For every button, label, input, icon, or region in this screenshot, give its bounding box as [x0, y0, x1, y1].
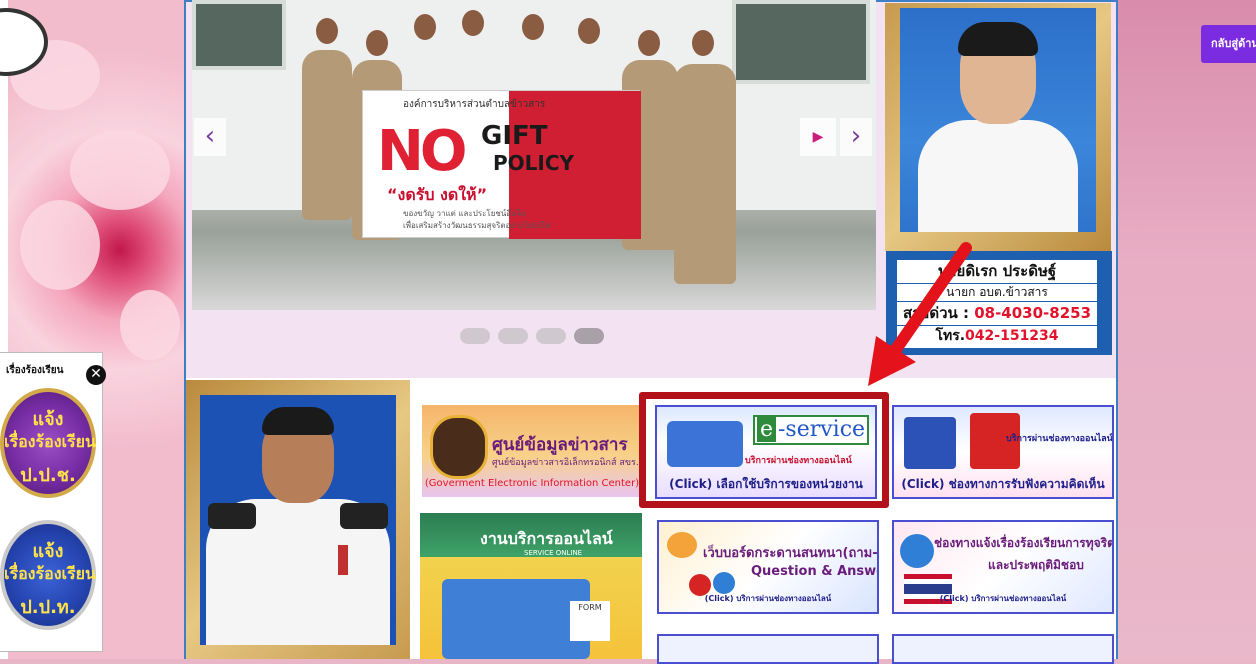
hotline-number: 08-4030-8253: [974, 304, 1092, 322]
eservice-logo-e: e: [756, 417, 776, 442]
qa-title: เว็บบอร์ดกระดานสนทนา(ถาม-ตอบ): [703, 546, 878, 561]
report-pactt-button[interactable]: แจ้ง เรื่องร้องเรียน ป.ป.ท.: [0, 520, 96, 630]
badge-line: เรื่องร้องเรียน: [4, 432, 96, 451]
play-icon: ▶: [812, 129, 824, 145]
red-arrow-annotation: [868, 242, 972, 386]
feedback-subtitle: บริการผ่านช่องทางออนไลน์: [1006, 434, 1113, 444]
eservice-logo: e -service: [753, 415, 869, 445]
banner-gift: GIFT: [481, 121, 548, 151]
badge-line: เรื่องร้องเรียน: [4, 564, 96, 583]
no-gift-policy-banner: องค์การบริหารส่วนตำบลข้าวสาร NO GIFT POL…: [362, 90, 641, 239]
leader-photo: [200, 395, 396, 645]
government-emblem-icon: [430, 415, 488, 479]
qa-footer: (Click) บริการผ่านช่องทางออนไลน์: [704, 594, 832, 603]
eservice-tile[interactable]: e -service บริการผ่านช่องทางออนไลน์ (Clic…: [655, 405, 877, 499]
mailbox-blue-icon: [904, 417, 956, 469]
back-to-top-button[interactable]: กลับสู่ด้านบน: [1201, 25, 1256, 63]
info-center-subtitle: ศูนย์ข้อมูลข่าวสารอิเล็กทรอนิกส์ สขร.: [492, 458, 639, 468]
eservice-footer: (Click) เลือกใช้บริการของหน่วยงาน: [669, 477, 863, 491]
feedback-tile[interactable]: บริการผ่านช่องทางออนไลน์ (Click) ช่องทาง…: [892, 405, 1114, 499]
slider-dot[interactable]: [460, 328, 490, 344]
feedback-footer: (Click) ช่องทางการรับฟังความคิดเห็น: [901, 477, 1105, 491]
slider-next-button[interactable]: ›: [840, 118, 872, 156]
report-pacc-button[interactable]: แจ้ง เรื่องร้องเรียน ป.ป.ช.: [0, 388, 96, 498]
megaphone-icon: [900, 534, 934, 568]
badge-line: ป.ป.ท.: [20, 597, 76, 618]
devices-icon: [667, 421, 743, 467]
banner-org-name: องค์การบริหารส่วนตำบลข้าวสาร: [403, 99, 546, 110]
chat-bubble-icon: [667, 532, 697, 558]
form-icon: FORM: [570, 601, 610, 641]
banner-subtext: เพื่อเสริมสร้างวัฒนธรรมสุจริตอย่างโปร่งใ…: [403, 221, 550, 230]
corruption-footer: (Click) บริการผ่านช่องทางออนไลน์: [939, 594, 1067, 603]
corruption-report-tile[interactable]: ช่องทางแจ้งเรื่องร้องเรียนการทุจริต และป…: [892, 520, 1114, 614]
close-icon[interactable]: ✕: [86, 365, 106, 385]
slider-play-button[interactable]: ▶: [800, 118, 836, 156]
qa-webboard-tile[interactable]: เว็บบอร์ดกระดานสนทนา(ถาม-ตอบ) Question &…: [657, 520, 879, 614]
corruption-title-2: และประพฤติมิชอบ: [988, 558, 1084, 572]
slider-dot[interactable]: [536, 328, 566, 344]
mayor-photo: [900, 8, 1096, 232]
chevron-left-icon: ‹: [204, 121, 216, 151]
info-center-title: ศูนย์ข้อมูลข่าวสาร: [492, 435, 628, 455]
banner-no: NO: [377, 119, 468, 184]
slider-dot[interactable]: [498, 328, 528, 344]
computer-screen-icon: [442, 579, 590, 659]
slider-prev-button[interactable]: ‹: [194, 118, 226, 156]
badge-line: แจ้ง: [32, 541, 64, 562]
social-media-tile[interactable]: [657, 634, 879, 664]
info-center-tile[interactable]: ศูนย์ข้อมูลข่าวสาร ศูนย์ข้อมูลข่าวสารอิเ…: [422, 405, 642, 497]
badge-line: ป.ป.ช.: [20, 465, 76, 486]
slider-dot-active[interactable]: [574, 328, 604, 344]
banner-policy: POLICY: [493, 151, 575, 175]
qa-title-en: Question & Answer: [751, 564, 879, 579]
eservice-subtitle: บริการผ่านช่องทางออนไลน์: [745, 456, 852, 466]
complaint-panel-title: เรื่องร้องเรียน: [6, 365, 64, 376]
badge-line: แจ้ง: [32, 409, 64, 430]
online-service-tile[interactable]: งานบริการออนไลน์ SERVICE ONLINE FORM: [420, 513, 642, 659]
info-center-footer: (Goverment Electronic Information Center…: [424, 478, 640, 489]
eservice-logo-text: -service: [777, 417, 866, 442]
online-service-subtitle: SERVICE ONLINE: [524, 549, 583, 557]
chevron-right-icon: ›: [850, 121, 862, 151]
bottom-service-tile[interactable]: [892, 634, 1114, 664]
slider-photo[interactable]: องค์การบริหารส่วนตำบลข้าวสาร NO GIFT POL…: [192, 0, 876, 310]
corruption-title: ช่องทางแจ้งเรื่องร้องเรียนการทุจริต: [934, 536, 1114, 550]
pink-background-right: [1118, 0, 1256, 659]
banner-slogan: “งดรับ งดให้”: [387, 185, 488, 204]
